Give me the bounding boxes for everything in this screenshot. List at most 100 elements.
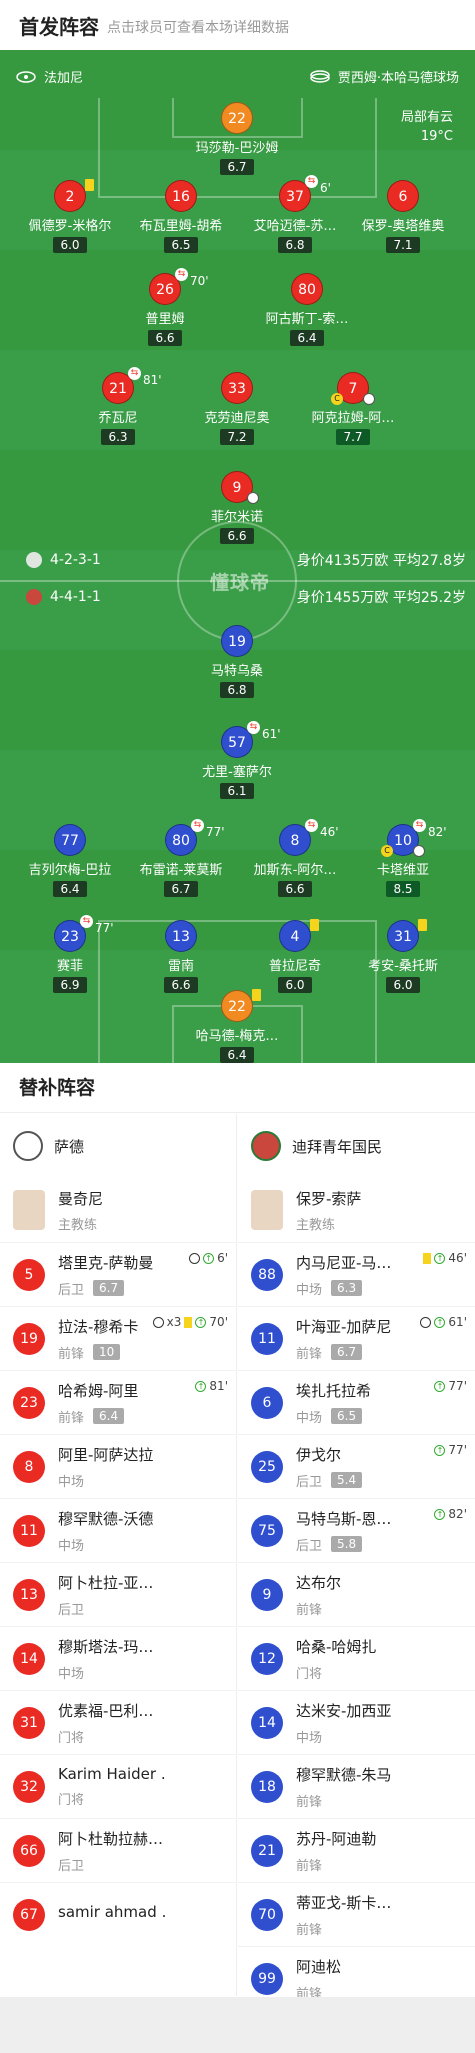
home-player[interactable]: 2 佩德罗-米格尔 6.0 <box>15 179 125 253</box>
sub-player-row[interactable]: 70 蒂亚戈-斯卡… 前锋 <box>238 1882 475 1946</box>
away-player[interactable]: 57 ⇆ 61' 尤里-塞萨尔 6.1 <box>182 721 292 799</box>
section-subtitle: 点击球员可查看本场详细数据 <box>107 19 289 36</box>
weather-temp: 19°C <box>420 129 453 144</box>
home-player[interactable]: 7C 阿克拉姆-阿… 7.7 <box>298 372 408 445</box>
goal-icon <box>247 492 259 504</box>
away-player[interactable]: 22 哈马德-梅克… 6.4 <box>182 989 292 1063</box>
sub-player-row[interactable]: 18 穆罕默德-朱马 前锋 <box>238 1754 475 1818</box>
weather-text: 局部有云 <box>400 110 453 125</box>
home-player[interactable]: 80 阿古斯丁-索… 6.4 <box>252 273 362 346</box>
coach-role: 主教练 <box>58 1217 98 1233</box>
home-player[interactable]: 6 保罗-奥塔维奥 7.1 <box>348 180 458 253</box>
stadium-icon <box>310 69 330 84</box>
goal-icon <box>363 393 375 405</box>
coach-name: 曼奇尼 <box>58 1189 104 1208</box>
sub-player-row[interactable]: 25 伊戈尔 后卫 5.4 ↑ 77' <box>238 1434 475 1498</box>
sub-player-row[interactable]: 75 马特乌斯-恩… 后卫 5.8 ↑ 82' <box>238 1498 475 1562</box>
yellow-card-icon <box>418 919 427 931</box>
section-title: 首发阵容 <box>19 14 99 39</box>
home-kit-icon <box>16 70 36 84</box>
lineup-header: 首发阵容 点击球员可查看本场详细数据 <box>0 0 475 50</box>
yellow-card-icon <box>310 919 319 931</box>
away-team-label: 迪拜青年国民 <box>292 1137 383 1156</box>
pitch: 懂球帝 法加尼 贾西姆·本哈马德球场 局部有云 19°C 4-2-3-1 身价4… <box>0 50 475 1063</box>
weather: 局部有云 19°C <box>401 108 453 146</box>
home-team-label: 萨德 <box>54 1137 85 1156</box>
sub-out-icon: ⇆ <box>413 819 426 832</box>
home-player[interactable]: 26 ⇆ 70' 普里姆 6.6 <box>110 268 220 346</box>
assist-icon <box>420 1316 432 1328</box>
sub-out-icon: ⇆ <box>128 367 141 380</box>
sub-in-icon: ↑ <box>434 1444 446 1456</box>
coach-role: 主教练 <box>296 1217 336 1233</box>
sub-player-row[interactable]: 13 阿卜杜拉-亚… 后卫 <box>0 1562 236 1626</box>
home-team-icon <box>26 552 42 568</box>
goal-icon <box>413 845 425 857</box>
away-player[interactable]: 80 ⇆ 77' 布雷诺-莱莫斯 6.7 <box>126 819 236 897</box>
sub-in-icon: ↑ <box>434 1316 446 1328</box>
yellow-card-icon <box>423 1252 432 1264</box>
sub-out-icon: ⇆ <box>191 819 204 832</box>
home-team-name: 法加尼 <box>44 71 84 86</box>
home-team-row[interactable]: 萨德 <box>0 1114 236 1178</box>
away-player[interactable]: 10 ⇆ 82' C 卡塔维亚 8.5 <box>348 819 458 897</box>
sub-player-row[interactable]: 19 拉法-穆希卡 前锋 10 x3 ↑ 70' <box>0 1306 236 1370</box>
sub-player-row[interactable]: 11 叶海亚-加萨尼 前锋 6.7 ↑ 61' <box>238 1306 475 1370</box>
sub-in-icon: ↑ <box>195 1380 207 1392</box>
sub-player-row[interactable]: 14 穆斯塔法-玛… 中场 <box>0 1626 236 1690</box>
sub-player-row[interactable]: 32 Karim Haider … 门将 <box>0 1754 236 1818</box>
venue-info: 贾西姆·本哈马德球场 <box>310 67 459 86</box>
yellow-card-icon <box>184 1316 193 1328</box>
sub-in-icon: ↑ <box>434 1508 446 1520</box>
coach-name: 保罗-索萨 <box>296 1189 362 1208</box>
home-team-info: 法加尼 <box>16 67 83 86</box>
home-player[interactable]: 37 ⇆ 6' 艾哈迈德-苏… 6.8 <box>240 175 350 253</box>
home-formation: 4-2-3-1 <box>50 552 101 568</box>
home-stats: 身价4135万欧 平均27.8岁 <box>296 553 466 569</box>
home-player[interactable]: 22 玛莎勒-巴沙姆 6.7 <box>182 102 292 175</box>
sub-in-icon: ↑ <box>203 1252 215 1264</box>
away-player[interactable]: 77 吉列尔梅-巴拉 6.4 <box>15 824 125 897</box>
sub-player-row[interactable]: 88 内马尼亚-马… 中场 6.3 ↑ 46' <box>238 1242 475 1306</box>
home-formation-row: 4-2-3-1 身价4135万欧 平均27.8岁 <box>26 550 466 570</box>
sub-player-row[interactable]: 8 阿里-阿萨达拉 中场 <box>0 1434 236 1498</box>
away-subs-column: 迪拜青年国民 保罗-索萨 主教练 88 内马尼亚-马… 中场 6.3 ↑ 46' 11… <box>238 1114 475 2010</box>
sub-out-icon: ⇆ <box>175 268 188 281</box>
away-player[interactable]: 23 ⇆ 77' 赛菲 6.9 <box>15 915 125 993</box>
away-formation-row: 4-4-1-1 身价1455万欧 平均25.2岁 <box>26 587 466 607</box>
sub-player-row[interactable]: 23 哈希姆-阿里 前锋 6.4 ↑ 81' <box>0 1370 236 1434</box>
yellow-card-icon <box>252 989 261 1001</box>
sub-player-row[interactable]: 9 达布尔 前锋 <box>238 1562 475 1626</box>
home-player[interactable]: 9 菲尔米诺 6.6 <box>182 471 292 544</box>
home-player[interactable]: 21 ⇆ 81' 乔瓦尼 6.3 <box>63 367 173 445</box>
sub-in-icon: ↑ <box>195 1316 207 1328</box>
home-coach-row[interactable]: 曼奇尼 主教练 <box>0 1178 236 1242</box>
bottom-spacer <box>0 1997 475 2053</box>
home-player[interactable]: 16 布瓦里姆-胡希 6.5 <box>126 180 236 253</box>
goal-icon <box>189 1252 201 1264</box>
sub-player-row[interactable]: 14 达米安-加西亚 中场 <box>238 1690 475 1754</box>
sub-player-row[interactable]: 21 苏丹-阿迪勒 前锋 <box>238 1818 475 1882</box>
away-team-row[interactable]: 迪拜青年国民 <box>238 1114 475 1178</box>
away-player[interactable]: 31 考安-桑托斯 6.0 <box>348 919 458 993</box>
sub-player-row[interactable]: 11 穆罕默德-沃德 中场 <box>0 1498 236 1562</box>
sub-player-row[interactable]: 5 塔里克-萨勒曼 后卫 6.7 ↑ 6' <box>0 1242 236 1306</box>
away-team-icon <box>26 589 42 605</box>
away-player[interactable]: 19 马特乌桑 6.8 <box>182 625 292 698</box>
sub-out-icon: ⇆ <box>305 819 318 832</box>
home-team-logo <box>13 1131 43 1161</box>
captain-icon: C <box>331 393 343 405</box>
home-player[interactable]: 33 克劳迪尼奥 7.2 <box>182 372 292 445</box>
sub-player-row[interactable]: 31 优素福-巴利… 门将 <box>0 1690 236 1754</box>
away-player[interactable]: 8 ⇆ 46' 加斯东-阿尔… 6.6 <box>240 819 350 897</box>
sub-player-row[interactable]: 12 哈桑-哈姆扎 门将 <box>238 1626 475 1690</box>
away-coach-row[interactable]: 保罗-索萨 主教练 <box>238 1178 475 1242</box>
away-player[interactable]: 13 雷南 6.6 <box>126 920 236 993</box>
sub-player-row[interactable]: 6 埃扎托拉希 中场 6.5 ↑ 77' <box>238 1370 475 1434</box>
goal-icon <box>152 1316 164 1328</box>
sub-player-row[interactable]: 66 阿卜杜勒拉赫… 后卫 <box>0 1818 236 1882</box>
sub-in-icon: ↑ <box>434 1380 446 1392</box>
sub-player-row[interactable]: 67 samir ahmad … <box>0 1882 236 1946</box>
coach-avatar <box>251 1190 283 1230</box>
away-player[interactable]: 4 普拉尼奇 6.0 <box>240 919 350 993</box>
